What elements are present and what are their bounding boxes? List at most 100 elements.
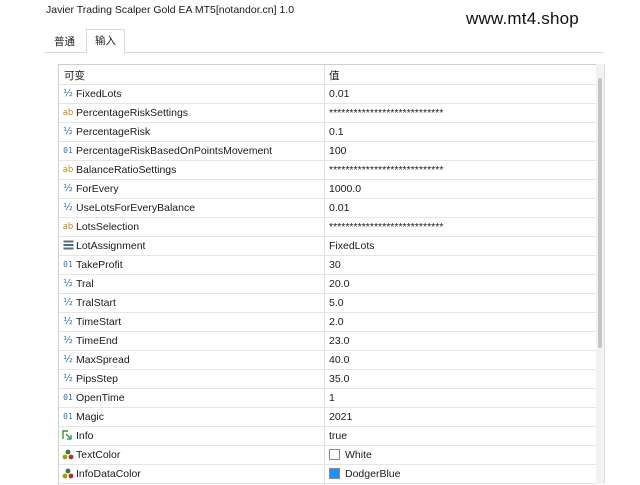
table-row[interactable]: InfoDataColor DodgerBlue [59,465,597,484]
variable-value: 35.0 [329,373,350,385]
value-cell[interactable]: 35.0 [329,370,597,388]
value-cell[interactable]: **************************** [329,161,597,179]
color-icon [61,467,75,481]
color-swatch[interactable] [329,449,340,460]
value-cell[interactable]: 40.0 [329,351,597,369]
table-row[interactable]: Info true [59,427,597,446]
variable-value: 1 [329,392,335,404]
table-row[interactable]: 01 Magic 2021 [59,408,597,427]
value-cell[interactable]: 23.0 [329,332,597,350]
variable-name: InfoDataColor [76,468,141,480]
value-cell[interactable]: 30 [329,256,597,274]
double-icon: ½ [63,88,73,99]
table-row[interactable]: ½ UseLotsForEveryBalance 0.01 [59,199,597,218]
variable-name: UseLotsForEveryBalance [76,202,196,214]
value-cell[interactable]: 0.01 [329,199,597,217]
value-cell[interactable]: White [329,446,597,464]
table-row[interactable]: 01 TakeProfit 30 [59,256,597,275]
variable-name: PercentageRiskBasedOnPointsMovement [76,145,273,157]
variable-cell: 01 OpenTime [59,389,325,407]
double-icon: ½ [63,335,73,346]
tab-common[interactable]: 普通 [46,32,83,52]
table-row[interactable]: LotAssignment FixedLots [59,237,597,256]
variable-name: MaxSpread [76,354,130,366]
variable-name: PipsStep [76,373,119,385]
value-cell[interactable]: 5.0 [329,294,597,312]
table-row[interactable]: ab BalanceRatioSettings ******************… [59,161,597,180]
table-row[interactable]: ab PercentageRiskSettings ****************… [59,104,597,123]
integer-icon: 01 [63,260,73,269]
variable-cell: LotAssignment [59,237,325,255]
column-header-variable[interactable]: 可变 [59,65,325,84]
string-icon: ab [62,165,74,175]
table-row[interactable]: ½ MaxSpread 40.0 [59,351,597,370]
variable-cell: ½ Tral [59,275,325,293]
variable-cell: ½ ForEvery [59,180,325,198]
table-row[interactable]: ½ TimeEnd 23.0 [59,332,597,351]
string-icon: ab [62,222,74,232]
value-cell[interactable]: 1 [329,389,597,407]
value-cell[interactable]: 2.0 [329,313,597,331]
color-icon [61,448,75,462]
value-cell[interactable]: true [329,427,597,445]
variable-name: LotsSelection [76,221,140,233]
value-cell[interactable]: 20.0 [329,275,597,293]
variable-value: White [345,449,372,461]
variable-cell: ½ UseLotsForEveryBalance [59,199,325,217]
window-title: Javier Trading Scalper Gold EA MT5[notan… [46,4,295,16]
variable-value: 100 [329,145,347,157]
value-cell[interactable]: 1000.0 [329,180,597,198]
table-row[interactable]: TextColor White [59,446,597,465]
variable-cell: ab BalanceRatioSettings [59,161,325,179]
table-row[interactable]: ½ FixedLots 0.01 [59,85,597,104]
grid-header: 可变 值 [59,65,597,85]
table-row[interactable]: ½ TralStart 5.0 [59,294,597,313]
variable-cell: 01 Magic [59,408,325,426]
variable-cell: InfoDataColor [59,465,325,483]
variable-cell: 01 PercentageRiskBasedOnPointsMovement [59,142,325,160]
table-row[interactable]: ½ PipsStep 35.0 [59,370,597,389]
color-swatch[interactable] [329,468,340,479]
variable-value: 0.1 [329,126,344,138]
variable-value: **************************** [329,164,444,176]
variable-cell: ½ PercentageRisk [59,123,325,141]
double-icon: ½ [63,126,73,137]
variable-cell: ½ FixedLots [59,85,325,103]
variable-cell: ab PercentageRiskSettings [59,104,325,122]
double-icon: ½ [63,278,73,289]
value-cell[interactable]: **************************** [329,218,597,236]
variable-name: OpenTime [76,392,125,404]
value-cell[interactable]: **************************** [329,104,597,122]
table-row[interactable]: ½ ForEvery 1000.0 [59,180,597,199]
variable-value: 20.0 [329,278,350,290]
value-cell[interactable]: 2021 [329,408,597,426]
column-header-value[interactable]: 值 [329,65,597,84]
variable-cell: ½ PipsStep [59,370,325,388]
scrollbar-thumb[interactable] [598,78,602,348]
string-icon: ab [62,108,74,118]
variable-value: 23.0 [329,335,350,347]
table-row[interactable]: ½ PercentageRisk 0.1 [59,123,597,142]
table-row[interactable]: 01 PercentageRiskBasedOnPointsMovement 100 [59,142,597,161]
variable-name: ForEvery [76,183,119,195]
variable-value: 40.0 [329,354,350,366]
variable-name: TimeEnd [76,335,118,347]
variable-name: PercentageRisk [76,126,151,138]
value-cell[interactable]: FixedLots [329,237,597,255]
variable-name: PercentageRiskSettings [76,107,189,119]
table-row[interactable]: 01 OpenTime 1 [59,389,597,408]
value-cell[interactable]: 0.1 [329,123,597,141]
variable-name: BalanceRatioSettings [76,164,177,176]
enum-icon [61,239,75,253]
table-row[interactable]: ½ TimeStart 2.0 [59,313,597,332]
table-row[interactable]: ½ Tral 20.0 [59,275,597,294]
table-row[interactable]: ab LotsSelection *************************… [59,218,597,237]
double-icon: ½ [63,354,73,365]
variable-name: TakeProfit [76,259,123,271]
tab-inputs[interactable]: 输入 [86,29,125,54]
vertical-scrollbar[interactable] [596,64,604,484]
variable-name: TextColor [76,449,121,461]
value-cell[interactable]: 100 [329,142,597,160]
value-cell[interactable]: 0.01 [329,85,597,103]
value-cell[interactable]: DodgerBlue [329,465,597,483]
